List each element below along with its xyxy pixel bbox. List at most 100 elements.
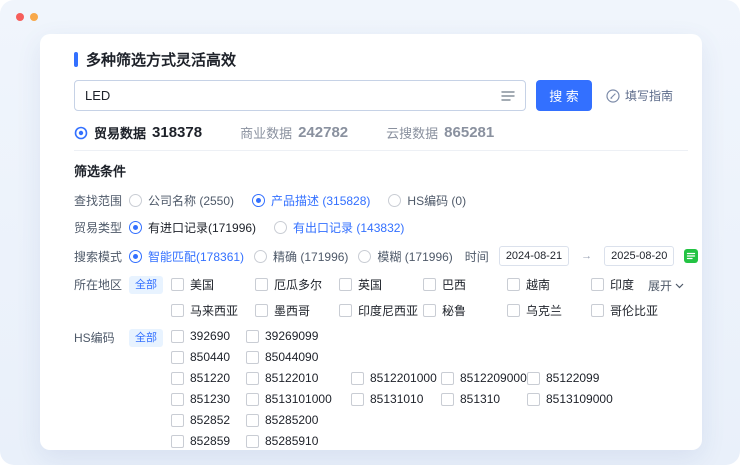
search-button[interactable]: 搜 索 [536,80,592,111]
checkbox-region[interactable]: 秘鲁 [423,302,507,319]
radio-circle-checked [129,221,142,234]
radio-circle-checked [129,250,142,263]
radio-has-export[interactable]: 有出口记录 (143832) [274,219,404,236]
checkbox-hs-code[interactable]: 8512201000 [351,371,441,385]
checkbox-hs-code[interactable]: 85122010 [246,371,351,385]
tab-label: 商业数据 [240,123,292,142]
tab-cloud-data[interactable]: 云搜数据 865281 [386,123,494,142]
target-icon [74,126,88,140]
hs-code-label: 851230 [190,392,230,406]
checkbox-hs-code[interactable]: 85122099 [527,371,599,385]
radio-fuzzy[interactable]: 模糊 (171996) [358,248,452,265]
hs-code-label: 85122010 [265,371,318,385]
checkbox-hs-code[interactable]: 851230 [171,392,246,406]
checkbox-box [339,304,352,317]
hs-code-label: 85122099 [546,371,599,385]
filter-label-scope: 查找范围 [74,192,129,209]
filter-section-title: 筛选条件 [74,161,688,180]
checkbox-box [171,435,184,448]
search-input[interactable] [85,88,501,103]
hs-row: 392690 39269099 [171,329,613,343]
radio-company-name[interactable]: 公司名称 (2550) [129,192,234,209]
checkbox-region[interactable]: 哥伦比亚 [591,302,675,319]
quick-options-link[interactable]: 快捷选项 [684,248,702,265]
checkbox-hs-code[interactable]: 851220 [171,371,246,385]
checkbox-hs-code[interactable]: 85285200 [246,413,351,427]
checkbox-box [246,372,259,385]
expand-link[interactable]: 展开 [648,277,684,294]
checkbox-box [423,278,436,291]
hs-row: 851230 8513101000 85131010 851310 851310… [171,392,613,406]
radio-has-import[interactable]: 有进口记录(171996) [129,219,256,236]
filter-label-search-mode: 搜索模式 [74,248,129,265]
checkbox-hs-code[interactable]: 85285910 [246,434,351,448]
data-tabs: 贸易数据 318378 商业数据 242782 云搜数据 865281 [74,123,688,142]
checkbox-label: 秘鲁 [442,302,466,319]
fill-guide-link[interactable]: 填写指南 [606,87,673,104]
radio-exact[interactable]: 精确 (171996) [254,248,348,265]
filter-lines-icon[interactable] [501,90,515,102]
checkbox-label: 哥伦比亚 [610,302,658,319]
radio-label: 产品描述 (315828) [271,192,370,209]
checkbox-box [351,372,364,385]
checkbox-label: 巴西 [442,276,466,293]
checkbox-hs-code[interactable]: 851310 [441,392,527,406]
hs-code-label: 85044090 [265,350,318,364]
fill-guide-label: 填写指南 [625,87,673,104]
checkbox-hs-code[interactable]: 8512209000 [441,371,527,385]
checkbox-box [591,304,604,317]
window-close-dot[interactable] [16,13,24,21]
quick-options-icon [684,249,698,263]
radio-label: 公司名称 (2550) [148,192,234,209]
checkbox-hs-code[interactable]: 852859 [171,434,246,448]
tab-trade-data[interactable]: 贸易数据 318378 [74,123,202,142]
radio-hs-code[interactable]: HS编码 (0) [388,192,466,209]
search-bar: 搜 索 填写指南 [74,80,688,111]
date-start-input[interactable]: 2024-08-21 [499,246,569,266]
window-minimize-dot[interactable] [30,13,38,21]
tab-count: 318378 [152,124,202,141]
radio-label: 模糊 (171996) [377,248,452,265]
hs-row: 851220 85122010 8512201000 8512209000 85… [171,371,613,385]
radio-product-desc[interactable]: 产品描述 (315828) [252,192,370,209]
checkbox-region[interactable]: 马来西亚 [171,302,255,319]
hs-code-label: 392690 [190,329,230,343]
checkbox-hs-code[interactable]: 8513101000 [246,392,351,406]
expand-label: 展开 [648,277,672,294]
checkbox-hs-code[interactable]: 85131010 [351,392,441,406]
radio-smart-match[interactable]: 智能匹配(178361) [129,248,244,265]
hs-all-badge[interactable]: 全部 [129,329,163,347]
checkbox-region[interactable]: 美国 [171,276,255,293]
checkbox-box [171,304,184,317]
checkbox-box [339,278,352,291]
checkbox-box [171,414,184,427]
checkbox-hs-code[interactable]: 852852 [171,413,246,427]
hs-code-label: 850440 [190,350,230,364]
window-controls [16,13,38,21]
tab-business-data[interactable]: 商业数据 242782 [240,123,348,142]
checkbox-box [507,304,520,317]
checkbox-region[interactable]: 巴西 [423,276,507,293]
checkbox-hs-code[interactable]: 850440 [171,350,246,364]
checkbox-hs-code[interactable]: 392690 [171,329,246,343]
checkbox-region[interactable]: 乌克兰 [507,302,591,319]
checkbox-region[interactable]: 印度尼西亚 [339,302,423,319]
content-card: 多种筛选方式灵活高效 搜 索 填写指南 贸易数据 [40,34,702,450]
hs-code-label: 851310 [460,392,500,406]
checkbox-region[interactable]: 越南 [507,276,591,293]
guide-pencil-icon [606,89,620,103]
hs-row: 852859 85285910 [171,434,613,448]
checkbox-box [246,435,259,448]
checkbox-hs-code[interactable]: 39269099 [246,329,351,343]
checkbox-region[interactable]: 英国 [339,276,423,293]
checkbox-hs-code[interactable]: 85044090 [246,350,351,364]
region-checkbox-grid: 美国 厄瓜多尔 英国 巴西 越南 印度 马来西亚 墨西哥 印度尼西亚 秘鲁 乌克… [171,276,675,319]
filter-label-hs-code: HS编码 [74,329,129,346]
hs-code-label: 85285910 [265,434,318,448]
date-end-input[interactable]: 2025-08-20 [604,246,674,266]
region-all-badge[interactable]: 全部 [129,276,163,294]
checkbox-hs-code[interactable]: 8513109000 [527,392,613,406]
checkbox-region[interactable]: 厄瓜多尔 [255,276,339,293]
checkbox-region[interactable]: 墨西哥 [255,302,339,319]
checkbox-box [527,372,540,385]
